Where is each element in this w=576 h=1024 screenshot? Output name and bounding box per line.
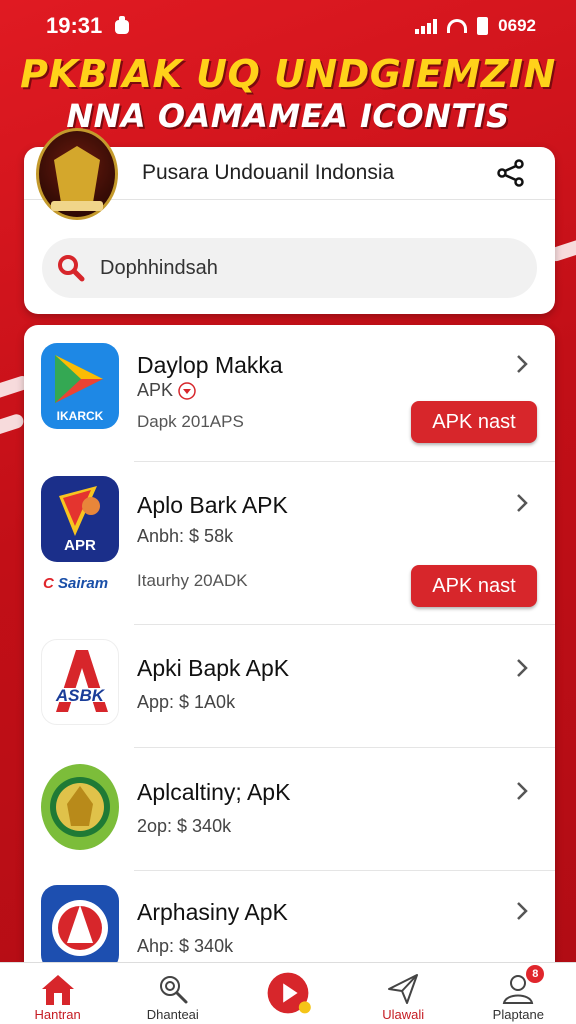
play-icon: [267, 972, 311, 1014]
nav-discover[interactable]: Dhanteai: [123, 969, 223, 1022]
chevron-right-icon[interactable]: [515, 492, 529, 514]
page-title: Pusara Undouanil Indonsia: [142, 161, 395, 184]
icon-text: ASBK: [55, 686, 105, 705]
share-icon[interactable]: [495, 157, 527, 189]
app-name: Arphasiny ApK: [137, 899, 288, 925]
nav-label: Hantran: [34, 1007, 81, 1022]
apk-download-button[interactable]: APK nast: [411, 401, 537, 443]
status-bar: 19:31 0692: [0, 0, 576, 52]
apk-app-icon: APR: [41, 476, 119, 562]
settings-search-icon: [159, 976, 188, 1004]
app-list: IKARCK Daylop Makka APK Dapk 201APS APK …: [24, 325, 555, 965]
nav-label: Ulawali: [382, 1007, 425, 1022]
bird-emblem-icon: [41, 764, 119, 850]
home-icon: [41, 975, 74, 1005]
chevron-right-icon[interactable]: [515, 900, 529, 922]
apk-download-button[interactable]: APK nast: [411, 565, 537, 607]
send-icon: [388, 974, 419, 1004]
icon-text: IKARCK: [56, 409, 104, 423]
verified-icon: [178, 381, 196, 400]
status-time: 19:31: [46, 13, 103, 38]
search-bar[interactable]: [42, 238, 537, 298]
app-name: Aplo Bark APK: [137, 492, 288, 518]
app-name: Apki Bapk ApK: [137, 655, 290, 681]
asbk-app-icon: ASBK: [41, 639, 119, 725]
nav-profile[interactable]: 8 Plaptane: [468, 965, 568, 1022]
bottom-nav: Hantran Dhanteai Ulawali 8 Plaptane: [0, 962, 576, 1024]
nav-home[interactable]: Hantran: [8, 969, 108, 1022]
wifi-icon: [447, 19, 468, 33]
badge-emblem-icon: [41, 885, 119, 965]
app-price: Ahp: $ 340k: [137, 936, 234, 956]
search-input[interactable]: [100, 256, 480, 280]
play-store-icon: IKARCK: [41, 343, 119, 429]
app-price: Anbh: $ 58k: [137, 526, 234, 546]
headline-line-1: PKBIAK UQ UNDGIEMZIN: [20, 52, 556, 96]
nav-play[interactable]: [238, 969, 338, 1017]
icon-text: APR: [64, 537, 96, 554]
chevron-right-icon[interactable]: [515, 657, 529, 679]
chevron-right-icon[interactable]: [515, 780, 529, 802]
list-item[interactable]: APR Aplo Bark APK Anbh: $ 58k C Sairam I…: [24, 462, 555, 624]
garuda-emblem-icon: [36, 128, 118, 220]
notification-badge: 8: [526, 965, 545, 983]
app-meta: Itaurhy 20ADK: [137, 571, 248, 590]
nav-label: Dhanteai: [146, 1007, 199, 1022]
list-item[interactable]: Arphasiny ApK Ahp: $ 340k: [24, 871, 555, 965]
nav-label: Plaptane: [492, 1007, 544, 1022]
app-price: 2op: $ 340k: [137, 816, 232, 836]
signal-icon: [415, 18, 438, 34]
list-item[interactable]: Aplcaltiny; ApK 2op: $ 340k: [24, 748, 555, 870]
chevron-right-icon[interactable]: [515, 353, 529, 375]
app-name: Daylop Makka: [137, 352, 283, 378]
list-item[interactable]: IKARCK Daylop Makka APK Dapk 201APS APK …: [24, 325, 555, 461]
brand-label: C Sairam: [43, 575, 109, 592]
app-meta: Dapk 201APS: [137, 412, 244, 431]
app-name: Aplcaltiny; ApK: [137, 779, 291, 805]
promo-headline: PKBIAK UQ UNDGIEMZIN NNA OAMAMEA ICONTIS: [0, 52, 576, 136]
battery-icon: [477, 17, 489, 35]
battery-level: 0692: [498, 16, 536, 35]
app-type: APK: [137, 380, 197, 401]
notification-icon: [115, 16, 130, 34]
list-item[interactable]: ASBK Apki Bapk ApK App: $ 1A0k: [24, 625, 555, 747]
app-price: App: $ 1A0k: [137, 692, 236, 712]
search-icon: [58, 255, 85, 282]
nav-send[interactable]: Ulawali: [353, 969, 453, 1022]
